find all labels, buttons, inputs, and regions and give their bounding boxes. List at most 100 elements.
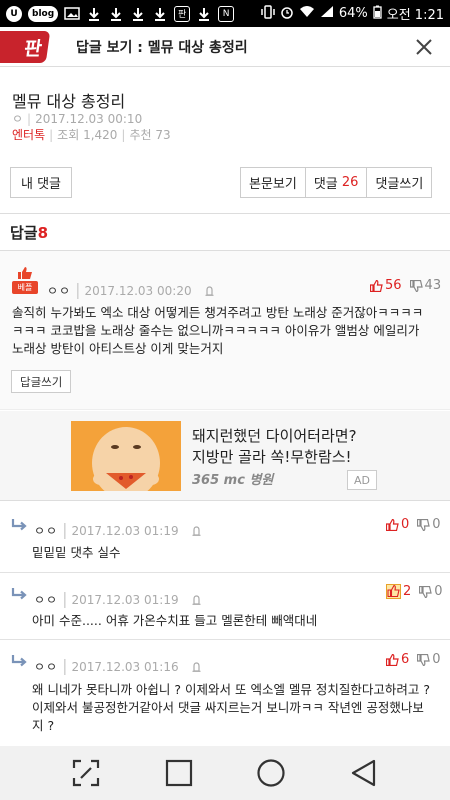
vibrate-icon [261, 4, 275, 23]
comment-author: ㅇㅇ [34, 593, 59, 607]
replies-count: 8 [37, 224, 49, 242]
comment-line: 지 ? [32, 718, 55, 733]
comment-line: ㅋㅋㅋ 코코밥을 노래상 줄수는 없으니까ㅋㅋㅋㅋㅋ 아이유가 앨범상 에일리가 [12, 323, 420, 338]
downvote-button[interactable]: 0 [417, 652, 441, 667]
comment-body: 솔직히 누가봐도 엑소 대상 어떻게든 챙겨주려고 방탄 노래상 준거잖아ㅋㅋㅋ… [12, 304, 442, 358]
android-nav-bar [0, 746, 450, 800]
comment-body: 왜 니네가 못타니까 아쉽니 ? 이제와서 또 엑소엘 멜뮤 정치질한다고하려고… [32, 681, 446, 735]
upvote-count: 6 [401, 652, 410, 667]
comments-button[interactable]: 댓글 26 [306, 168, 368, 197]
replies-header: 답글8 [10, 222, 48, 243]
post-meta-author-date: ㅇ | 2017.12.03 00:10 [12, 112, 143, 126]
close-button[interactable] [410, 33, 438, 61]
comment-body: 아미 수준..... 어휴 가온수치표 들고 멜론한테 빼액대네 [32, 612, 317, 630]
comment-date: 2017.12.03 01:16 [71, 660, 179, 674]
comment-date: 2017.12.03 01:19 [71, 593, 179, 607]
upvote-count: 0 [401, 517, 410, 532]
reply-item: ㅇㅇ | 2017.12.03 01:19 0 0 밑밑밑 댓추 실수 [0, 502, 450, 573]
downvote-count: 0 [434, 584, 443, 599]
battery-percent: 64% [338, 6, 368, 21]
back-icon [351, 759, 375, 787]
report-icon[interactable] [192, 594, 201, 605]
battery-icon [373, 5, 382, 23]
comment-meta: ㅇㅇ | 2017.12.03 01:19 [34, 520, 201, 539]
recents-icon [165, 759, 192, 787]
home-icon [257, 759, 285, 787]
app-notification-icon: U [6, 5, 22, 22]
thumbs-down-icon [417, 653, 431, 666]
back-button[interactable] [346, 755, 382, 791]
nfc-icon: N [218, 5, 235, 22]
upvote-count: 56 [385, 278, 402, 293]
pann-app-icon: 판 [174, 5, 191, 22]
comment-date: 2017.12.03 01:19 [71, 524, 179, 538]
downvote-button[interactable]: 43 [409, 278, 441, 293]
post-action-buttons: 본문보기 댓글 26 댓글쓰기 [240, 167, 433, 198]
replies-label: 답글 [10, 224, 38, 242]
section-divider [0, 213, 450, 214]
upvote-button[interactable]: 6 [386, 652, 409, 667]
capture-button[interactable] [68, 755, 104, 791]
upvote-button[interactable]: 0 [386, 517, 409, 532]
comment-line: 솔직히 누가봐도 엑소 대상 어떻게든 챙겨주려고 방탄 노래상 준거잖아ㅋㅋㅋ… [12, 305, 424, 320]
reply-arrow-icon [11, 655, 27, 667]
comments-label: 댓글 [313, 177, 338, 192]
wifi-icon [299, 5, 315, 22]
downvote-button[interactable]: 0 [417, 517, 441, 532]
report-icon[interactable] [205, 285, 214, 296]
ad-image [71, 421, 181, 491]
post-meta-stats: 엔터톡 | 조회 1,420 | 추천 73 [12, 128, 171, 142]
gallery-notification-icon [64, 6, 80, 22]
thumbs-up-icon [386, 584, 401, 599]
ad-headline: 돼지런했던 다이어터라면? [192, 427, 357, 445]
post-author: ㅇ [12, 112, 24, 126]
comment-line: 이제와서 불공정한거같아서 댓글 싸지르는거 보니까ㅋㅋ 작년엔 공정했나보 [32, 700, 424, 715]
reply-item: ㅇㅇ | 2017.12.03 01:19 2 0 아미 수준..... 어휴 가온… [0, 573, 450, 640]
best-badge: 베플 [12, 267, 38, 294]
report-icon[interactable] [192, 661, 201, 672]
page-title: 답글 보기 : 멜뮤 대상 총정리 [76, 39, 248, 56]
alarm-icon [280, 5, 294, 23]
upvote-button[interactable]: 2 [386, 584, 411, 599]
comments-count: 26 [341, 175, 359, 190]
logo-text: 판 [22, 37, 44, 59]
comment-meta: ㅇㅇ | 2017.12.03 01:16 [34, 656, 201, 675]
post-category[interactable]: 엔터톡 [12, 128, 45, 142]
download-icon [86, 6, 102, 22]
comment-date: 2017.12.03 00:20 [84, 284, 192, 298]
downvote-count: 0 [432, 517, 441, 532]
ad-banner[interactable]: 돼지런했던 다이어터라면? 지방만 골라 쏙!무한람스! 365 mc 병원 A… [0, 411, 450, 501]
download-icon [152, 6, 168, 22]
blog-notification-icon: blog [28, 5, 59, 22]
comment-votes: 6 0 [386, 652, 441, 667]
report-icon[interactable] [192, 525, 201, 536]
screenshot-edit-icon [73, 759, 100, 787]
downvote-button[interactable]: 0 [419, 584, 443, 599]
my-comments-button[interactable]: 내 댓글 [10, 167, 72, 198]
download-icon [108, 6, 124, 22]
view-post-button[interactable]: 본문보기 [241, 168, 306, 197]
comment-body: 밑밑밑 댓추 실수 [32, 544, 120, 562]
reply-arrow-icon [11, 588, 27, 600]
pann-logo[interactable]: 판 [0, 27, 62, 67]
thumbs-up-icon [386, 653, 399, 666]
comment-line: 왜 니네가 못타니까 아쉽니 ? 이제와서 또 엑소엘 멜뮤 정치질한다고하려고… [32, 682, 431, 697]
app-header: 판 답글 보기 : 멜뮤 대상 총정리 [0, 27, 450, 67]
status-notification-icons: U blog 판 N [6, 5, 235, 22]
post-views: 조회 1,420 [57, 128, 118, 142]
recents-button[interactable] [161, 755, 197, 791]
comment-votes: 56 43 [370, 278, 441, 293]
thumbs-up-icon [386, 518, 399, 531]
comment-meta: ㅇㅇ | 2017.12.03 01:19 [34, 589, 201, 608]
ad-label: AD [347, 470, 377, 490]
close-icon [416, 38, 432, 55]
status-system-icons: 64% 오전 1:21 [261, 4, 444, 23]
home-button[interactable] [253, 755, 289, 791]
reply-arrow-icon [11, 519, 27, 531]
upvote-button[interactable]: 56 [370, 278, 402, 293]
post-title[interactable]: 멜뮤 대상 총정리 [12, 88, 125, 112]
write-reply-button[interactable]: 답글쓰기 [11, 370, 72, 393]
best-comment: 베플 ㅇㅇ | 2017.12.03 00:20 56 43 솔직히 누가봐도 엑소… [0, 250, 450, 410]
write-comment-button[interactable]: 댓글쓰기 [367, 168, 431, 197]
thumbs-down-icon [417, 518, 431, 531]
